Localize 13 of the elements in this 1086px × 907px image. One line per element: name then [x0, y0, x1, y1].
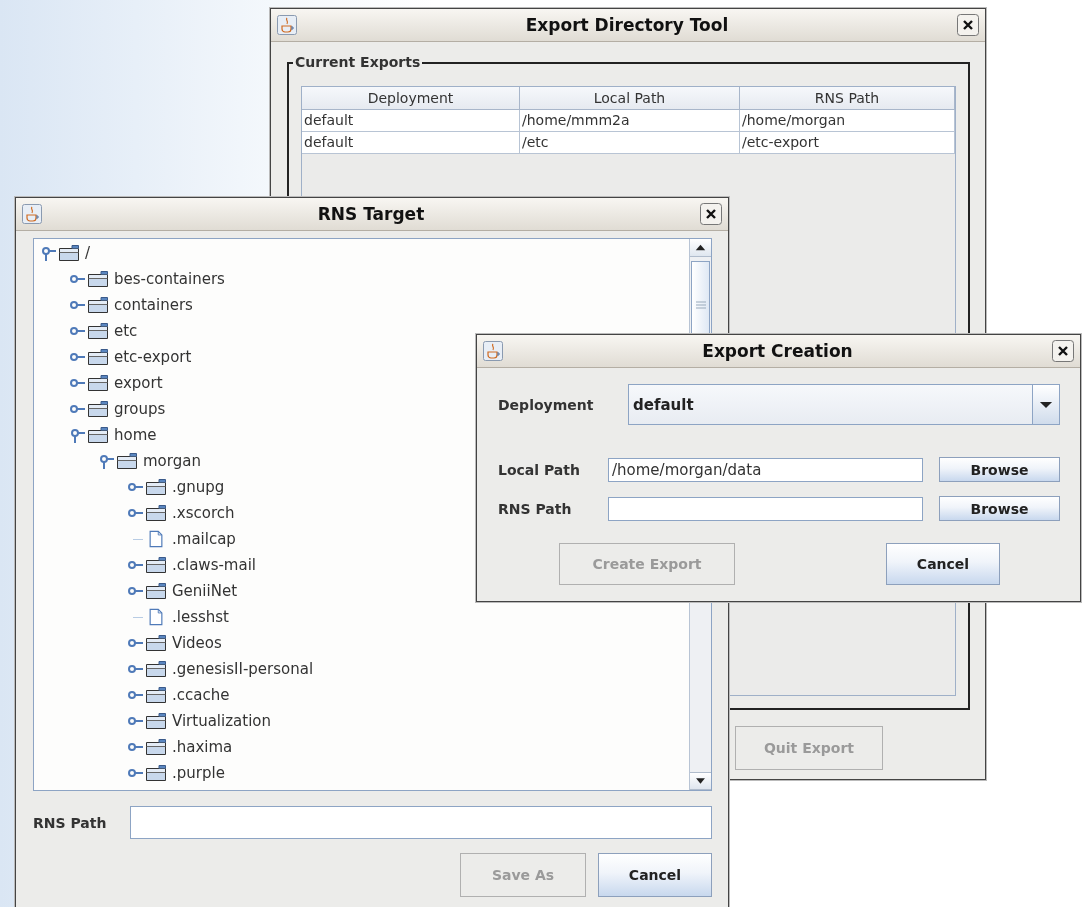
table-cell: /home/mmm2a: [520, 110, 740, 132]
window-title: RNS Target: [316, 204, 426, 224]
field-label: RNS Path: [33, 814, 107, 831]
window-title: Export Directory Tool: [524, 15, 730, 35]
table-cell: default: [302, 110, 520, 132]
table-cell: /etc-export: [740, 132, 955, 154]
table-cell: /home/morgan: [740, 110, 955, 132]
field-label: RNS Path: [498, 500, 573, 517]
window-title: Export Creation: [701, 341, 854, 361]
table-cell: default: [302, 132, 520, 154]
table-cell: /etc: [520, 132, 740, 154]
field-label: Deployment: [498, 396, 595, 413]
field-label: Local Path: [498, 461, 581, 478]
